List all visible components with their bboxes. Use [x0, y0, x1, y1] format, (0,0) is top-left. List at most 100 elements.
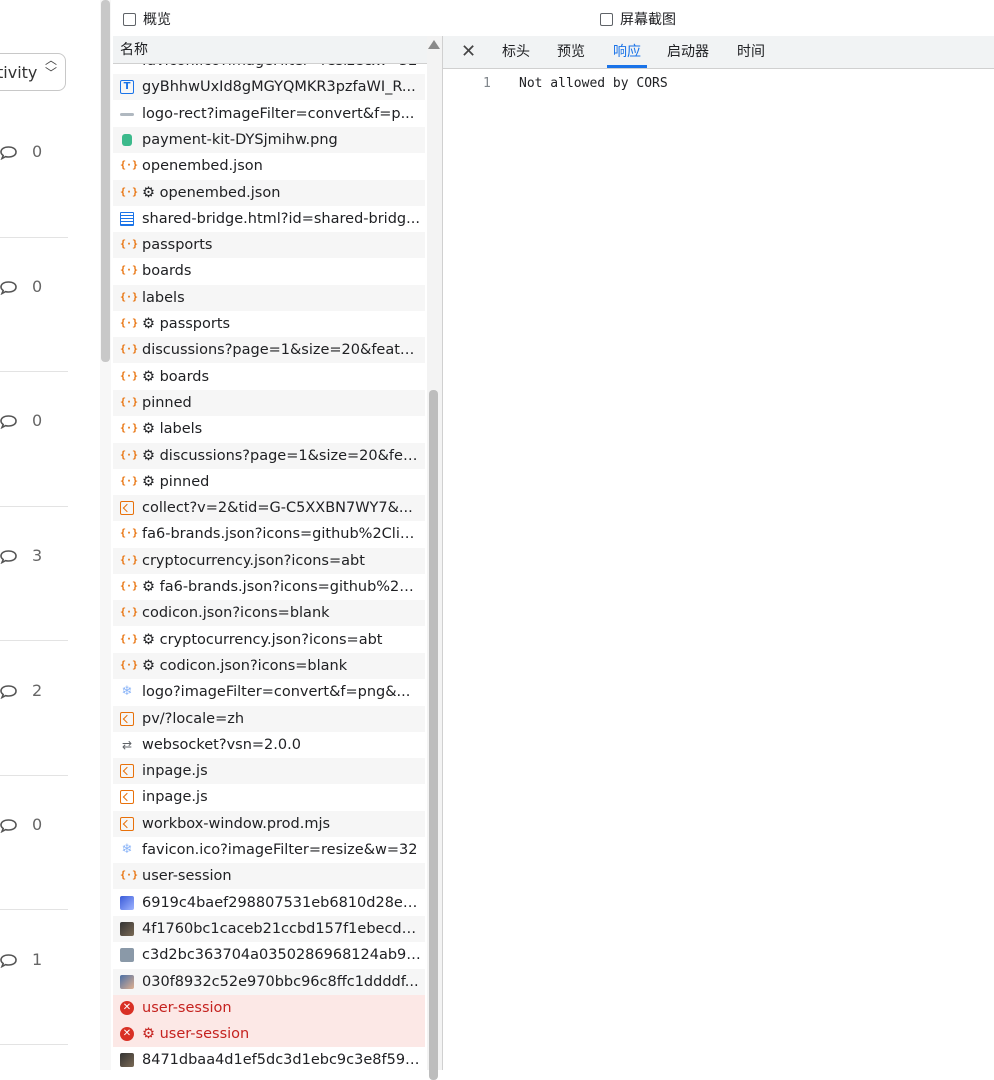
- screenshot-label: 屏幕截图: [620, 12, 676, 28]
- request-name: 030f8932c52e970bbc96c8ffc1ddddf...: [142, 973, 419, 990]
- request-row[interactable]: TgyBhhwUxId8gMGYQMKR3pzfaWI_R...: [113, 74, 425, 101]
- request-row[interactable]: {·} ⚙ cryptocurrency.json?icons=abt: [113, 627, 425, 653]
- request-list-scrollbar-thumb[interactable]: [429, 390, 438, 1080]
- request-row[interactable]: 4f1760bc1caceb21ccbd157f1ebecd7...: [113, 915, 425, 942]
- request-row[interactable]: c3d2bc363704a0350286968124ab9f...: [113, 942, 425, 968]
- error-icon: ✕: [120, 1000, 134, 1015]
- comment-count: 0: [0, 813, 70, 843]
- tab-initiator[interactable]: 启动器: [667, 36, 709, 68]
- image-icon: [120, 112, 134, 116]
- request-row[interactable]: 6919c4baef298807531eb6810d28e4...: [113, 890, 425, 916]
- select-updown-icon: ︿ ﹀: [44, 53, 57, 80]
- json-fetch-icon: {·}: [120, 370, 139, 382]
- close-icon[interactable]: ✕: [461, 41, 476, 63]
- request-row[interactable]: ❄ favicon.ico?imageFilter=resize&w=32: [113, 64, 425, 74]
- request-row[interactable]: {·} cryptocurrency.json?icons=abt: [113, 547, 425, 574]
- request-row[interactable]: 8471dbaa4d1ef5dc3d1ebc9c3e8f590...: [113, 1047, 425, 1070]
- script-icon: [120, 790, 134, 805]
- request-name: ⚙ cryptocurrency.json?icons=abt: [142, 631, 383, 648]
- image-icon: ❄: [121, 684, 133, 700]
- request-row[interactable]: {·} ⚙ discussions?page=1&size=20&fea...: [113, 442, 425, 469]
- tab-preview[interactable]: 预览: [557, 36, 585, 68]
- json-fetch-icon: {·}: [120, 870, 139, 882]
- screenshot-checkbox[interactable]: [600, 12, 613, 26]
- request-row[interactable]: inpage.js: [113, 784, 425, 810]
- image-thumbnail-icon: [120, 948, 134, 963]
- request-row[interactable]: 030f8932c52e970bbc96c8ffc1ddddf...: [113, 968, 425, 995]
- row-divider: [0, 371, 68, 372]
- json-fetch-icon: {·}: [120, 291, 139, 303]
- page-content-strip: tivity ︿ ﹀ 0 0 0 3 2 0 1: [0, 0, 100, 1070]
- request-row[interactable]: payment-kit-DYSjmihw.png: [113, 126, 425, 153]
- request-row[interactable]: ❄ favicon.ico?imageFilter=resize&w=32: [113, 837, 425, 863]
- json-fetch-icon: {·}: [120, 186, 139, 198]
- request-name: codicon.json?icons=blank: [142, 605, 330, 622]
- request-name: payment-kit-DYSjmihw.png: [142, 131, 338, 148]
- request-row[interactable]: {·} openembed.json: [113, 153, 425, 179]
- request-row[interactable]: {·} ⚙ openembed.json: [113, 179, 425, 206]
- request-name: collect?v=2&tid=G-C5XXBN7WY7&...: [142, 500, 413, 517]
- request-name: discussions?page=1&size=20&featu...: [142, 342, 421, 359]
- tab-headers[interactable]: 标头: [502, 36, 530, 68]
- script-icon: [120, 764, 134, 779]
- request-row[interactable]: inpage.js: [113, 758, 425, 785]
- request-row[interactable]: ✕ ⚙ user-session: [113, 1021, 425, 1048]
- devtools-network-panel: 概览 屏幕截图 名称 ❄ favicon.ico?imageFilter=resi…: [113, 0, 994, 1080]
- font-icon: T: [120, 80, 134, 95]
- overview-toggle[interactable]: 概览: [123, 10, 171, 28]
- request-row[interactable]: ⇄ websocket?vsn=2.0.0: [113, 732, 425, 758]
- page-scrollbar-thumb[interactable]: [101, 0, 110, 362]
- request-row[interactable]: {·} ⚙ passports: [113, 311, 425, 337]
- request-row[interactable]: {·} discussions?page=1&size=20&featu...: [113, 337, 425, 364]
- request-name: inpage.js: [142, 789, 208, 806]
- json-fetch-icon: {·}: [120, 528, 139, 540]
- request-row[interactable]: logo-rect?imageFilter=convert&f=p...: [113, 101, 425, 127]
- comment-count-value: 0: [32, 815, 43, 834]
- image-icon: ❄: [120, 64, 134, 68]
- request-row[interactable]: shared-bridge.html?id=shared-bridg...: [113, 206, 425, 232]
- request-row[interactable]: {·} user-session: [113, 863, 425, 890]
- comment-count: 2: [0, 679, 70, 709]
- overview-checkbox[interactable]: [123, 12, 136, 26]
- json-fetch-icon: {·}: [120, 160, 139, 172]
- screenshot-toggle[interactable]: 屏幕截图: [600, 10, 676, 28]
- request-name: boards: [142, 263, 192, 280]
- request-row[interactable]: {·} ⚙ pinned: [113, 469, 425, 495]
- request-name: labels: [142, 289, 185, 306]
- request-row[interactable]: collect?v=2&tid=G-C5XXBN7WY7&...: [113, 495, 425, 522]
- request-name: ⚙ boards: [142, 368, 210, 385]
- request-row[interactable]: {·} ⚙ boards: [113, 364, 425, 390]
- request-row[interactable]: {·} pinned: [113, 389, 425, 416]
- network-toolbar: 概览 屏幕截图: [113, 0, 994, 36]
- tab-timing[interactable]: 时间: [737, 36, 765, 68]
- request-row[interactable]: {·} ⚙ labels: [113, 416, 425, 442]
- row-divider: [0, 909, 68, 910]
- response-text: Not allowed by CORS: [519, 76, 668, 91]
- sort-select[interactable]: tivity ︿ ﹀: [0, 53, 66, 91]
- comment-bubble-icon: [0, 146, 17, 160]
- request-row[interactable]: {·} fa6-brands.json?icons=github%2Clin...: [113, 521, 425, 547]
- comment-bubble-icon: [0, 550, 17, 564]
- request-row[interactable]: pv/?locale=zh: [113, 705, 425, 732]
- request-name: workbox-window.prod.mjs: [142, 815, 331, 832]
- comment-count-value: 0: [32, 411, 43, 430]
- request-name: fa6-brands.json?icons=github%2Clin...: [142, 526, 421, 543]
- request-row[interactable]: {·} codicon.json?icons=blank: [113, 600, 425, 627]
- sort-up-icon[interactable]: [428, 40, 440, 49]
- request-row[interactable]: workbox-window.prod.mjs: [113, 810, 425, 837]
- name-column-header[interactable]: 名称: [113, 36, 427, 64]
- row-divider: [0, 1044, 68, 1045]
- json-fetch-icon: {·}: [120, 475, 139, 487]
- request-name: favicon.ico?imageFilter=resize&w=32: [142, 842, 418, 858]
- request-name: ⚙ codicon.json?icons=blank: [142, 657, 348, 674]
- request-row[interactable]: ❄ logo?imageFilter=convert&f=png&...: [113, 679, 425, 705]
- tab-response[interactable]: 响应: [607, 36, 647, 68]
- request-row[interactable]: ✕ user-session: [113, 994, 425, 1021]
- request-row[interactable]: {·} labels: [113, 284, 425, 311]
- request-row[interactable]: {·} ⚙ codicon.json?icons=blank: [113, 652, 425, 679]
- request-row[interactable]: {·} ⚙ fa6-brands.json?icons=github%2C...: [113, 574, 425, 600]
- request-row[interactable]: {·} boards: [113, 258, 425, 284]
- comment-count-value: 2: [32, 681, 43, 700]
- request-name: gyBhhwUxId8gMGYQMKR3pzfaWI_R...: [142, 79, 416, 96]
- request-row[interactable]: {·} passports: [113, 232, 425, 259]
